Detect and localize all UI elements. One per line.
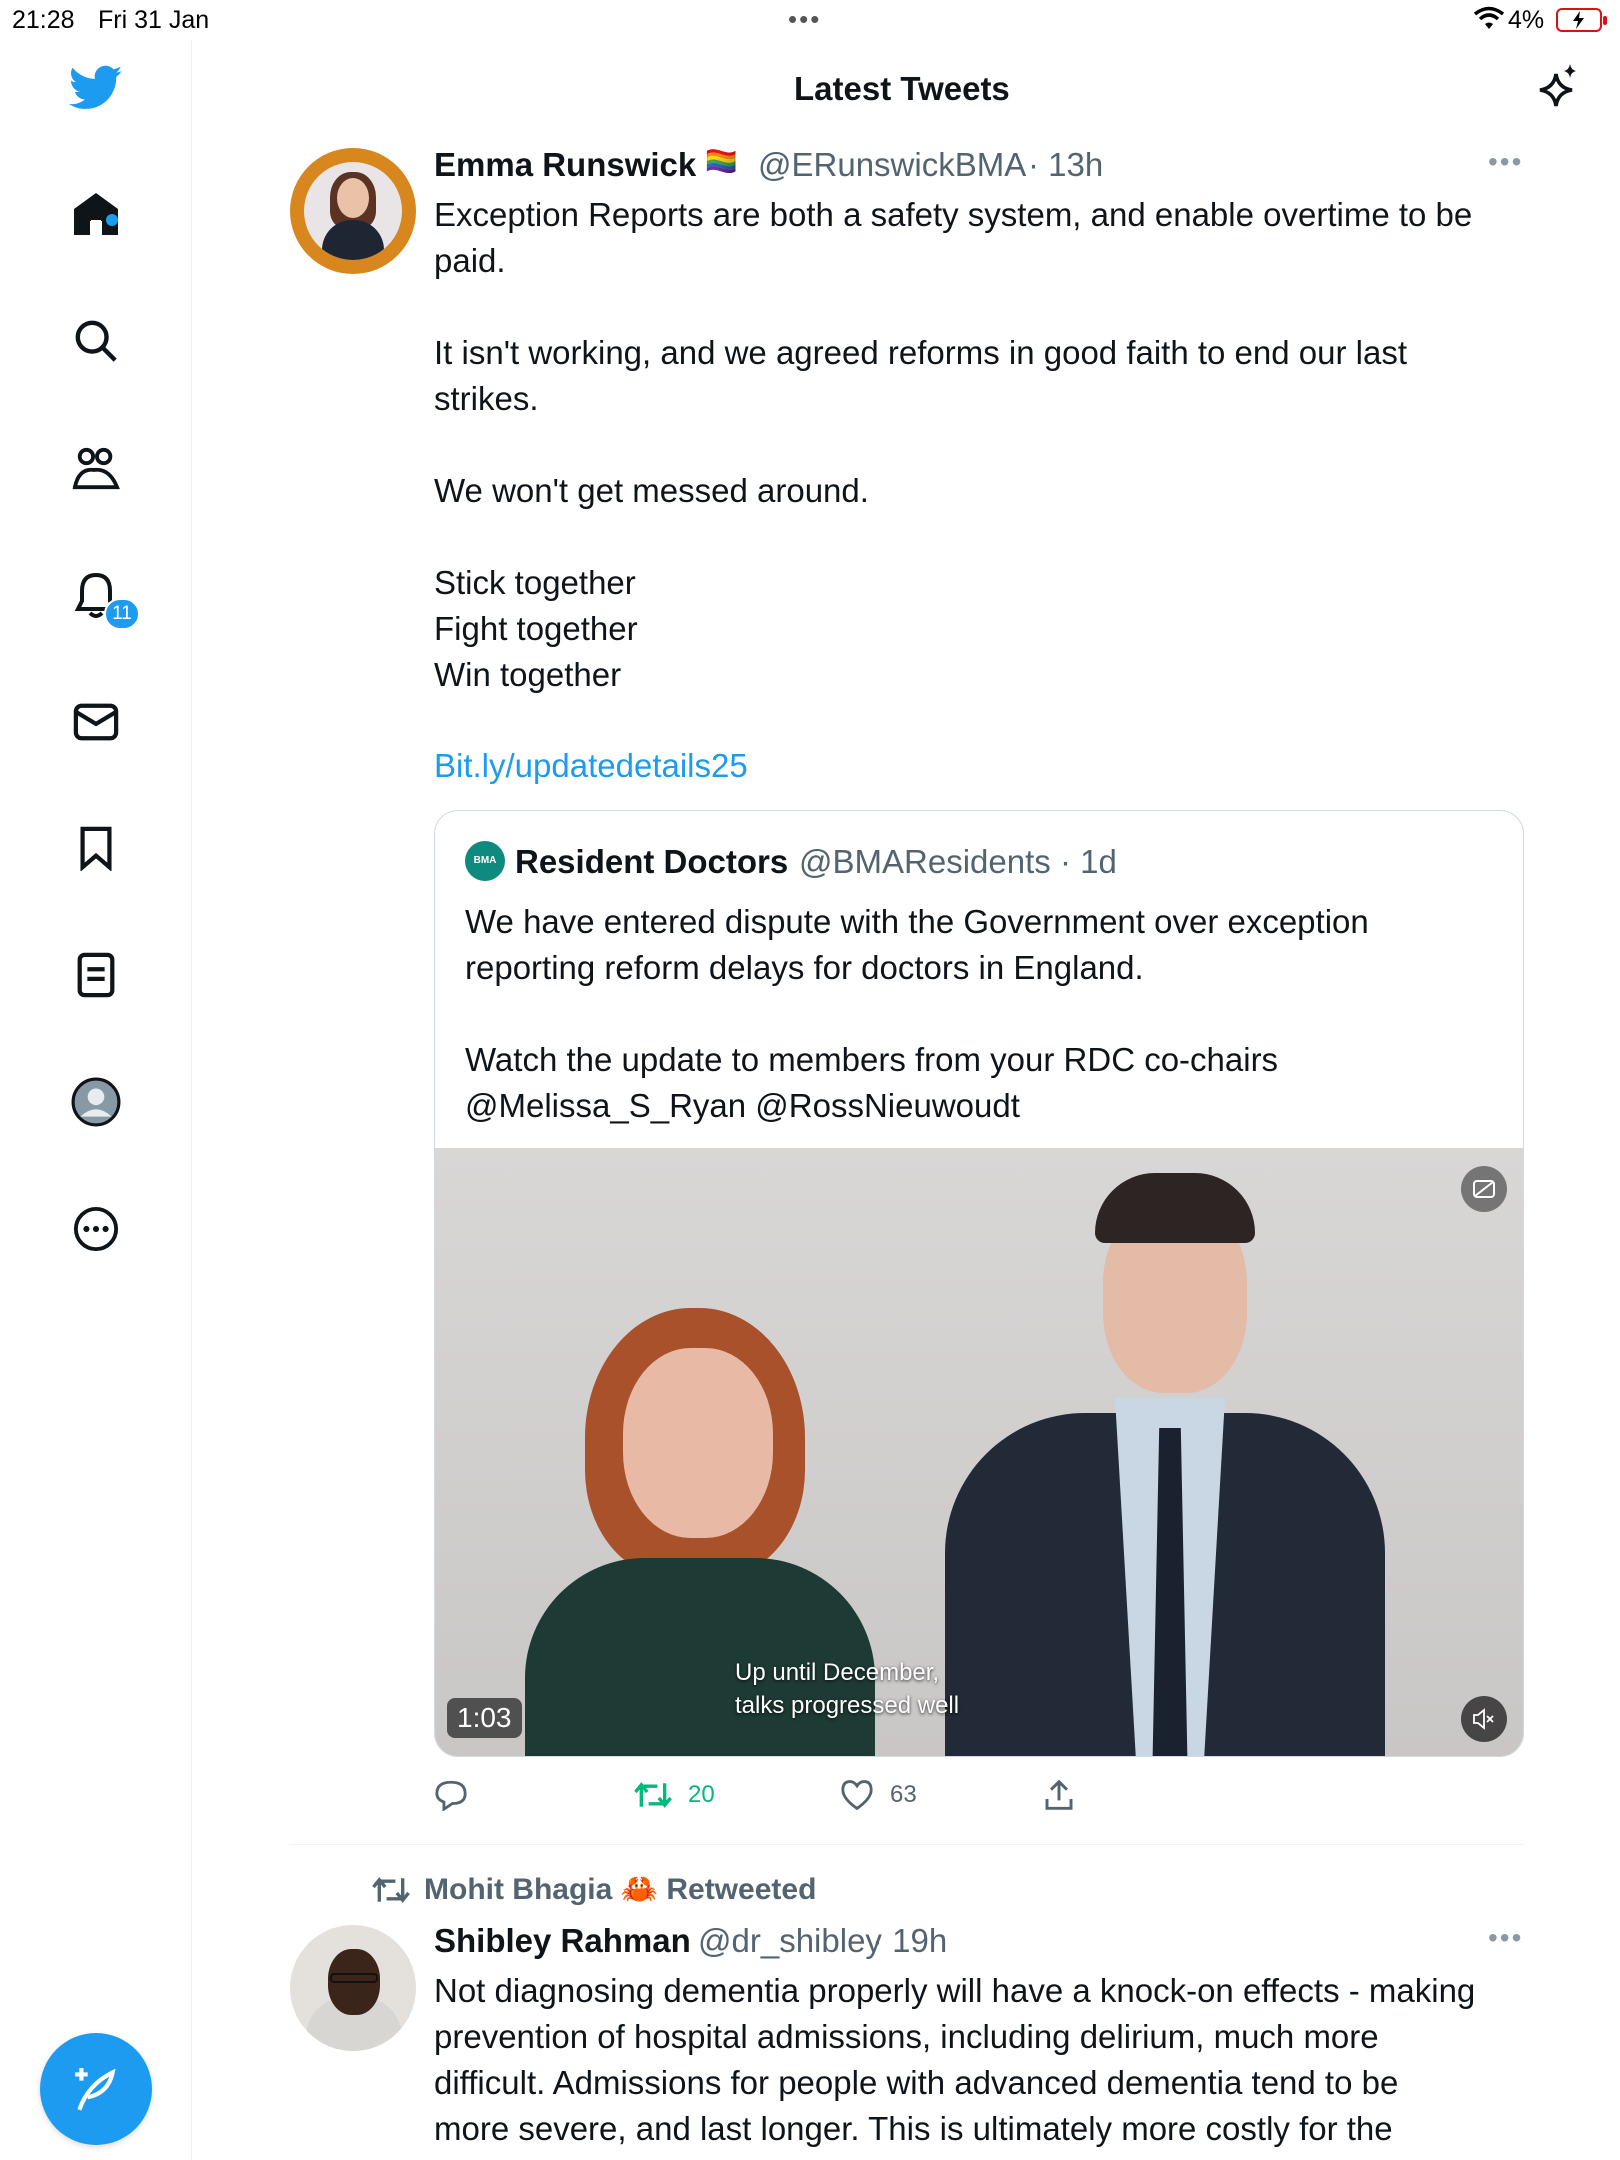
communities-icon[interactable] [68,440,124,496]
notifications-badge: 11 [104,598,140,630]
share-button[interactable] [1044,1773,1074,1817]
battery-charging-icon [1556,8,1607,32]
author-name[interactable]: Shibley Rahman [434,1922,691,1960]
wifi-icon [1474,6,1504,29]
author-handle[interactable]: @dr_shibley [698,1922,882,1960]
messages-envelope-icon[interactable] [68,694,124,750]
tweet-more-icon[interactable]: ••• [1488,1922,1523,1954]
author-avatar[interactable] [290,1925,416,2051]
home-icon[interactable] [68,186,124,242]
tweet-text: Exception Reports are both a safety syst… [434,196,1473,693]
battery-percent: 4% [1508,6,1545,34]
captions-icon[interactable] [1461,1166,1507,1212]
quoted-author-name[interactable]: Resident Doctors [515,843,788,881]
tweet-time[interactable]: · 13h [1028,146,1103,184]
retweeted-by-text: Mohit Bhagia 🦀 Retweeted [424,1873,817,1906]
page-title: Latest Tweets [794,70,1010,107]
retweet-indicator-icon [372,1876,410,1903]
quoted-author-handle[interactable]: @BMAResidents · 1d [799,843,1117,881]
sparkle-timeline-icon[interactable] [1536,62,1580,115]
quoted-time: · 1d [1059,843,1117,880]
share-icon [1045,1779,1073,1810]
tweet-link[interactable]: Bit.ly/updatedetails25 [434,747,748,785]
video-caption: Up until December, talks progressed well [735,1656,960,1722]
tweet-divider [290,1844,1524,1845]
lists-icon[interactable] [68,947,124,1003]
search-icon[interactable] [68,313,124,369]
tweet-text: Not diagnosing dementia properly will ha… [434,1972,1476,2147]
mute-icon[interactable] [1461,1696,1507,1742]
home-unread-dot [106,214,118,226]
twitter-logo-icon[interactable] [68,60,124,116]
tweet-more-icon[interactable]: ••• [1488,146,1523,178]
retweet-count: 20 [688,1781,715,1808]
multitasking-dots-icon[interactable]: ••• [788,4,821,35]
reply-button[interactable] [434,1773,468,1817]
compose-tweet-button[interactable] [40,2033,152,2145]
bookmarks-icon[interactable] [68,820,124,876]
status-bar: 21:28 Fri 31 Jan ••• 4% [0,0,1620,40]
tweet-time[interactable]: · 19h [872,1922,947,1960]
quoted-tweet[interactable]: BMA Resident Doctors @BMAResidents · 1d … [434,810,1524,1757]
author-name[interactable]: Emma Runswick [434,146,696,184]
retweeted-by-line[interactable]: Mohit Bhagia 🦀 Retweeted [372,1872,816,1907]
quoted-tweet-text: We have entered dispute with the Governm… [465,903,1369,1124]
video-caption-line1: Up until December, [735,1659,940,1686]
status-date: Fri 31 Jan [98,6,210,34]
retweet-button[interactable]: 20 [634,1773,715,1817]
author-handle[interactable]: @ERunswickBMA [758,146,1026,184]
heart-icon [841,1780,873,1810]
profile-avatar-icon[interactable] [68,1074,124,1130]
video-caption-line2: talks progressed well [735,1692,960,1719]
quoted-handle-text: @BMAResidents [799,843,1051,880]
more-options-icon[interactable] [68,1201,124,1257]
rainbow-flag-emoji: 🏳️‍🌈 [705,146,738,176]
like-button[interactable]: 63 [840,1773,917,1817]
status-time: 21:28 [12,6,75,34]
sidebar: 11 [0,40,192,2160]
like-count: 63 [890,1781,917,1808]
video-person-man [945,1173,1385,1756]
video-duration: 1:03 [447,1698,522,1738]
retweet-icon [634,1782,672,1808]
quoted-author-avatar[interactable]: BMA [465,841,505,881]
author-avatar[interactable] [290,148,416,274]
video-player[interactable]: Up until December, talks progressed well… [435,1148,1523,1756]
reply-icon [435,1780,467,1811]
